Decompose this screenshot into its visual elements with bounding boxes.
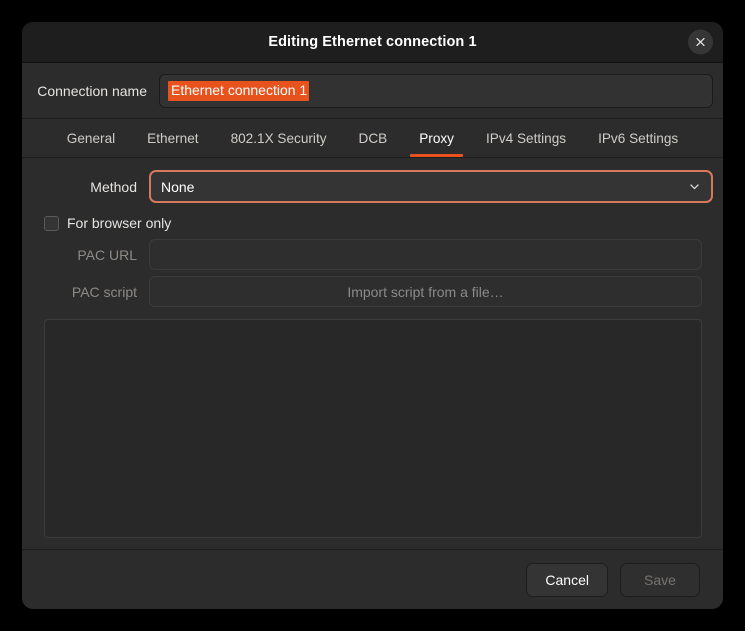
for-browser-only-row[interactable]: For browser only bbox=[44, 215, 171, 231]
settings-tabs: General Ethernet 802.1X Security DCB Pro… bbox=[22, 118, 723, 158]
method-selected-value: None bbox=[161, 178, 195, 195]
method-label: Method bbox=[90, 178, 137, 195]
for-browser-only-label: For browser only bbox=[67, 215, 172, 231]
tab-8021x-security[interactable]: 802.1X Security bbox=[215, 119, 343, 157]
chevron-down-icon bbox=[690, 184, 699, 190]
tab-ethernet[interactable]: Ethernet bbox=[131, 119, 214, 157]
edit-connection-dialog: Editing Ethernet connection 1 Connection… bbox=[22, 22, 723, 609]
dialog-title: Editing Ethernet connection 1 bbox=[268, 34, 477, 50]
pac-url-row: PAC URL bbox=[32, 239, 713, 270]
tab-dcb[interactable]: DCB bbox=[343, 119, 404, 157]
pac-script-textarea[interactable] bbox=[44, 319, 702, 538]
tab-general[interactable]: General bbox=[51, 119, 131, 157]
close-button[interactable] bbox=[688, 29, 713, 55]
pac-script-placeholder: Import script from a file… bbox=[347, 283, 504, 300]
for-browser-only-checkbox[interactable] bbox=[44, 215, 59, 231]
dialog-action-bar: Cancel Save bbox=[22, 549, 723, 609]
pac-script-label: PAC script bbox=[71, 283, 137, 300]
connection-name-label: Connection name bbox=[37, 83, 147, 99]
connection-name-input[interactable]: Ethernet connection 1 bbox=[159, 74, 713, 108]
pac-script-import-button[interactable]: Import script from a file… bbox=[149, 276, 702, 307]
connection-name-row: Connection name Ethernet connection 1 bbox=[22, 63, 723, 118]
method-select[interactable]: None bbox=[149, 170, 713, 203]
tab-ipv4-settings[interactable]: IPv4 Settings bbox=[470, 119, 582, 157]
dialog-titlebar: Editing Ethernet connection 1 bbox=[22, 22, 723, 63]
method-row: Method None bbox=[32, 170, 713, 203]
tab-ipv6-settings[interactable]: IPv6 Settings bbox=[582, 119, 694, 157]
pac-script-row: PAC script Import script from a file… bbox=[32, 276, 713, 307]
proxy-settings-panel: Method None For browser only PAC URL PAC… bbox=[22, 158, 723, 549]
close-icon bbox=[696, 37, 705, 47]
tab-proxy[interactable]: Proxy bbox=[403, 119, 470, 157]
pac-url-input[interactable] bbox=[149, 239, 702, 270]
cancel-button[interactable]: Cancel bbox=[526, 562, 608, 597]
connection-name-value: Ethernet connection 1 bbox=[168, 81, 310, 101]
save-button[interactable]: Save bbox=[620, 562, 700, 597]
pac-url-label: PAC URL bbox=[77, 246, 137, 263]
